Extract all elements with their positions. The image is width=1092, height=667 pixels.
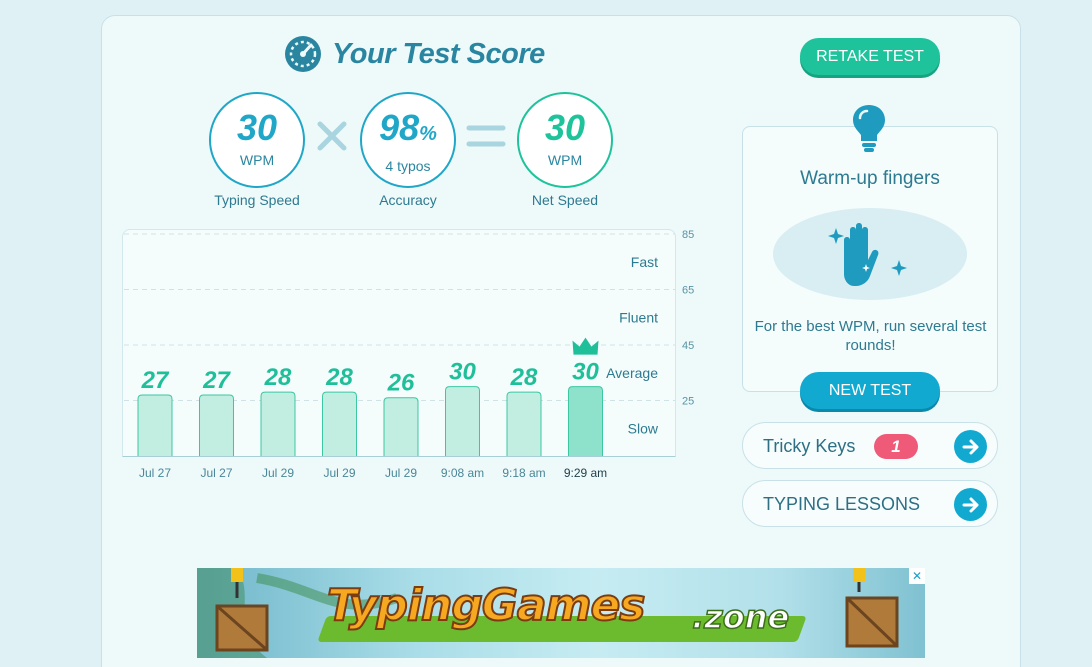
arrow-right-icon[interactable] <box>954 430 987 463</box>
bar <box>506 391 542 456</box>
accuracy-value: 98 <box>379 107 420 148</box>
x-tick-label: 9:29 am <box>564 466 607 480</box>
net-speed-value: 30 <box>544 107 586 148</box>
bar-value-label: 30 <box>572 359 599 386</box>
net-speed-circle: 30 WPM <box>517 92 613 188</box>
title-text: Your Test Score <box>332 37 545 70</box>
tip-title: Warm-up fingers <box>800 168 940 189</box>
new-test-button[interactable]: NEW TEST <box>800 372 940 409</box>
net-speed-label: Net Speed <box>531 192 599 208</box>
bar-value-label: 28 <box>325 364 353 391</box>
y-tick-label: 65 <box>682 285 694 297</box>
typing-lessons-link[interactable]: TYPING LESSONS <box>742 480 998 527</box>
bar-value-label: 27 <box>202 367 231 394</box>
x-tick-label: Jul 27 <box>200 466 232 480</box>
bar <box>383 397 419 456</box>
x-tick-label: Jul 29 <box>262 466 294 480</box>
x-tick-label: Jul 27 <box>139 466 171 480</box>
sparkle-hand-icon <box>828 223 907 286</box>
bar <box>199 394 234 456</box>
retake-test-button[interactable]: RETAKE TEST <box>800 38 940 75</box>
x-tick-label: 9:08 am <box>441 466 484 480</box>
accuracy-label: Accuracy <box>379 192 437 208</box>
crown-icon <box>572 337 599 355</box>
tricky-keys-label: Tricky Keys <box>763 436 856 456</box>
x-tick-label: 9:18 am <box>502 466 545 480</box>
bar-value-label: 26 <box>387 370 415 397</box>
y-tick-label: 45 <box>682 340 694 352</box>
bar-value-label: 30 <box>449 359 476 386</box>
accuracy-circle: 98% 4 typos <box>360 92 456 188</box>
bar <box>260 391 296 456</box>
lightbulb-icon <box>853 105 885 152</box>
band-label: Fluent <box>619 309 658 325</box>
x-tick-label: Jul 29 <box>323 466 355 480</box>
accuracy-typos: 4 typos <box>385 158 431 174</box>
equals-icon <box>466 125 506 147</box>
typing-speed-label: Typing Speed <box>214 192 300 208</box>
typing-speed-unit: WPM <box>239 152 275 168</box>
accuracy-suffix: % <box>419 123 437 145</box>
bar-value-label: 28 <box>510 364 538 391</box>
wpm-chart-svg: 85 65 45 25 Fast Fluent Average Slow 27 Jul 27 27 J… <box>124 229 694 480</box>
tricky-keys-link[interactable]: Tricky Keys 1 <box>742 422 998 469</box>
y-tick-label: 85 <box>682 229 694 241</box>
band-label: Average <box>606 365 658 381</box>
typing-lessons-label: TYPING LESSONS <box>763 494 921 514</box>
bar <box>568 386 603 456</box>
band-label: Fast <box>631 254 658 270</box>
arrow-right-icon[interactable] <box>954 488 987 521</box>
speedometer-icon <box>285 36 321 72</box>
y-tick-label: 25 <box>682 396 694 408</box>
bar <box>445 386 480 456</box>
bar-value-label: 28 <box>264 364 292 391</box>
ad-banner[interactable]: TypingGames .zone ✕ <box>197 568 925 658</box>
net-speed-unit: WPM <box>547 152 583 168</box>
x-tick-label: Jul 29 <box>385 466 417 480</box>
ad-close-icon[interactable]: ✕ <box>909 568 925 584</box>
typing-speed-circle: 30 WPM <box>209 92 305 188</box>
ad-suffix-text: .zone <box>691 597 790 637</box>
page-title: Your Test Score <box>284 34 545 74</box>
tricky-keys-count-badge: 1 <box>874 434 918 459</box>
bar <box>137 394 173 456</box>
tip-text: For the best WPM, run several test round… <box>754 318 987 354</box>
bar-value-label: 27 <box>141 367 170 394</box>
multiply-icon <box>317 121 347 151</box>
typing-speed-value: 30 <box>236 107 278 148</box>
band-label: Slow <box>628 420 659 436</box>
bar <box>322 391 357 456</box>
ad-brand-text: TypingGames <box>326 579 646 632</box>
